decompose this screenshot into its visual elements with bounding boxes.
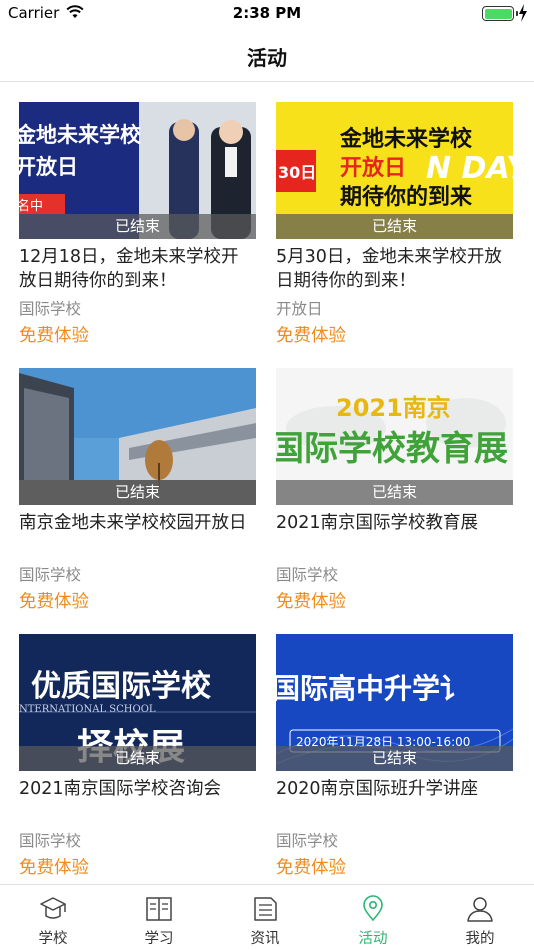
- status-badge: 已结束: [276, 214, 513, 239]
- banner-text: 优质国际学校: [31, 669, 211, 704]
- status-badge: 已结束: [19, 214, 256, 239]
- banner-text: 开放日: [19, 155, 78, 179]
- banner-text: 国际高中升学讠: [276, 672, 468, 705]
- event-category: 国际学校: [19, 832, 82, 850]
- status-badge: 已结束: [19, 480, 256, 505]
- banner-text: NTERNATIONAL SCHOOL: [19, 704, 156, 715]
- nav-bar: 活动: [0, 28, 534, 82]
- status-badge: 已结束: [19, 746, 256, 771]
- tab-news[interactable]: 资讯: [212, 891, 318, 947]
- event-price: 免费体验: [276, 858, 346, 878]
- event-price: 免费体验: [276, 592, 346, 612]
- event-title: 5月30日，金地未来学校开放日期待你的到来！: [276, 247, 502, 291]
- banner-text: N DAY: [426, 151, 513, 186]
- event-card[interactable]: 国际高中升学讠 2020年11月28日 13:00-16:00 已结束 2020…: [276, 634, 513, 899]
- charging-bolt-icon: [519, 4, 527, 22]
- event-thumbnail: 优质国际学校 NTERNATIONAL SCHOOL 择校展 已结束: [19, 634, 256, 771]
- banner-text: 金地未来学校: [19, 123, 142, 147]
- banner-text: 2021南京: [336, 394, 451, 422]
- tab-profile[interactable]: 我的: [427, 891, 533, 947]
- event-title: 南京金地未来学校校园开放日: [19, 513, 247, 533]
- banner-text: 开放日: [340, 155, 406, 181]
- banner-text: 国际学校教育展: [276, 429, 508, 469]
- tab-label: 活动: [358, 931, 388, 947]
- event-price: 免费体验: [276, 326, 346, 346]
- banner-text: 期待你的到来: [340, 184, 473, 210]
- event-price: 免费体验: [19, 592, 89, 612]
- tab-label: 学习: [144, 931, 174, 947]
- event-category: 国际学校: [19, 300, 82, 318]
- event-title: 12月18日，金地未来学校开放日期待你的到来！: [19, 247, 239, 291]
- event-card[interactable]: 优质国际学校 NTERNATIONAL SCHOOL 择校展 已结束 2021南…: [19, 634, 256, 899]
- event-title: 2021南京国际学校咨询会: [19, 779, 222, 799]
- tab-school[interactable]: 学校: [0, 891, 106, 947]
- event-card[interactable]: 30日 N DAY 金地未来学校 开放日 期待你的到来 已结束 5月30日，金地…: [276, 102, 513, 367]
- clock: 2:38 PM: [232, 4, 302, 22]
- status-bar: Carrier 2:38 PM: [0, 0, 534, 28]
- user-icon: [467, 897, 493, 922]
- event-thumbnail: 金地未来学校 开放日 名中 已结束: [19, 102, 256, 239]
- event-category: 国际学校: [276, 566, 339, 584]
- banner-text: 名中: [19, 198, 43, 214]
- event-category: 国际学校: [19, 566, 82, 584]
- status-badge: 已结束: [276, 480, 513, 505]
- tab-events[interactable]: 活动: [320, 891, 426, 947]
- event-card[interactable]: 已结束 南京金地未来学校校园开放日 国际学校 免费体验: [19, 368, 256, 633]
- event-thumbnail: 30日 N DAY 金地未来学校 开放日 期待你的到来 已结束: [276, 102, 513, 239]
- event-price: 免费体验: [19, 326, 89, 346]
- page-title: 活动: [247, 46, 287, 70]
- tab-bar: 学校 学习 资讯 活动 我的: [0, 884, 534, 950]
- event-title: 2020南京国际班升学讲座: [276, 779, 479, 799]
- tab-study[interactable]: 学习: [106, 891, 212, 947]
- news-icon: [254, 897, 277, 921]
- event-grid: 金地未来学校 开放日 名中 已结束 12月18日，金地未来学校开放日期待你的到来…: [0, 102, 534, 884]
- tab-label: 资讯: [250, 931, 280, 947]
- event-category: 开放日: [276, 300, 323, 318]
- book-icon: [146, 897, 172, 921]
- event-thumbnail: 已结束: [19, 368, 256, 505]
- battery-icon: [482, 6, 514, 21]
- status-badge: 已结束: [276, 746, 513, 771]
- tab-label: 学校: [38, 931, 68, 947]
- event-thumbnail: 国际高中升学讠 2020年11月28日 13:00-16:00 已结束: [276, 634, 513, 771]
- banner-text: 30日: [278, 163, 316, 182]
- event-card[interactable]: 2021南京 国际学校教育展 已结束 2021南京国际学校教育展 国际学校 免费…: [276, 368, 513, 633]
- tab-label: 我的: [465, 931, 495, 947]
- event-thumbnail: 2021南京 国际学校教育展 已结束: [276, 368, 513, 505]
- event-price: 免费体验: [19, 858, 89, 878]
- location-pin-icon: [363, 895, 383, 922]
- banner-text: 金地未来学校: [339, 126, 473, 152]
- event-card[interactable]: 金地未来学校 开放日 名中 已结束 12月18日，金地未来学校开放日期待你的到来…: [19, 102, 256, 367]
- graduation-cap-icon: [40, 897, 66, 919]
- event-title: 2021南京国际学校教育展: [276, 513, 479, 533]
- event-category: 国际学校: [276, 832, 339, 850]
